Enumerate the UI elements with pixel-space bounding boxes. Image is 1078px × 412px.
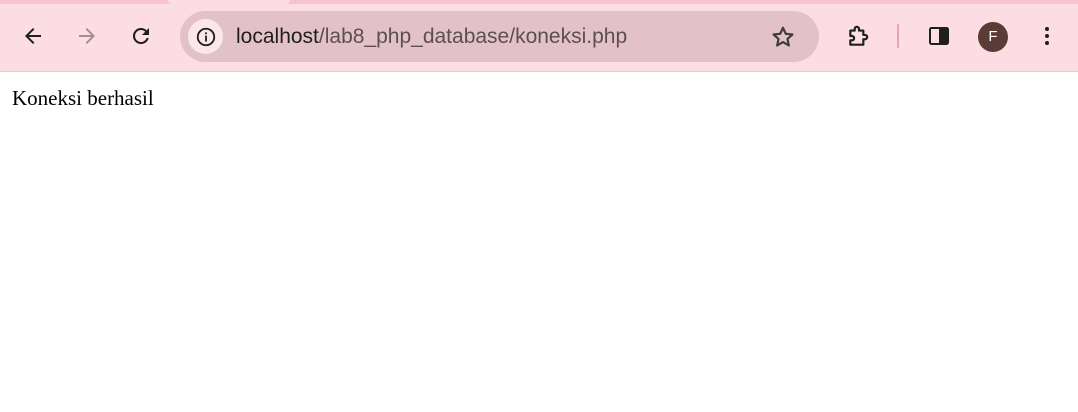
- kebab-menu-icon: [1045, 27, 1049, 45]
- reload-button[interactable]: [123, 18, 159, 54]
- profile-avatar[interactable]: F: [978, 22, 1008, 52]
- back-arrow-icon: [25, 28, 41, 44]
- bookmark-button[interactable]: [769, 23, 797, 51]
- side-panel-icon: [929, 27, 949, 45]
- side-panel-button[interactable]: [921, 18, 957, 54]
- address-bar[interactable]: localhost/lab8_php_database/koneksi.php: [180, 11, 819, 62]
- url-path: /lab8_php_database/koneksi.php: [318, 25, 628, 48]
- reload-icon: [132, 27, 149, 44]
- active-tab[interactable]: [168, 0, 290, 4]
- back-button[interactable]: [15, 18, 51, 54]
- extensions-button[interactable]: [841, 18, 877, 54]
- toolbar-separator: [897, 24, 899, 48]
- puzzle-piece-icon: [849, 25, 869, 46]
- forward-button[interactable]: [69, 18, 105, 54]
- info-icon: [196, 27, 215, 46]
- page-body-text: Koneksi berhasil: [12, 86, 154, 110]
- browser-menu-button[interactable]: [1029, 18, 1065, 54]
- forward-arrow-icon: [79, 28, 95, 44]
- star-icon: [772, 26, 794, 47]
- tab-strip: [0, 0, 1078, 4]
- browser-toolbar: localhost/lab8_php_database/koneksi.php …: [0, 0, 1078, 72]
- url-host: localhost: [236, 25, 319, 48]
- url-text[interactable]: localhost/lab8_php_database/koneksi.php: [236, 25, 627, 49]
- site-info-button[interactable]: [188, 19, 223, 54]
